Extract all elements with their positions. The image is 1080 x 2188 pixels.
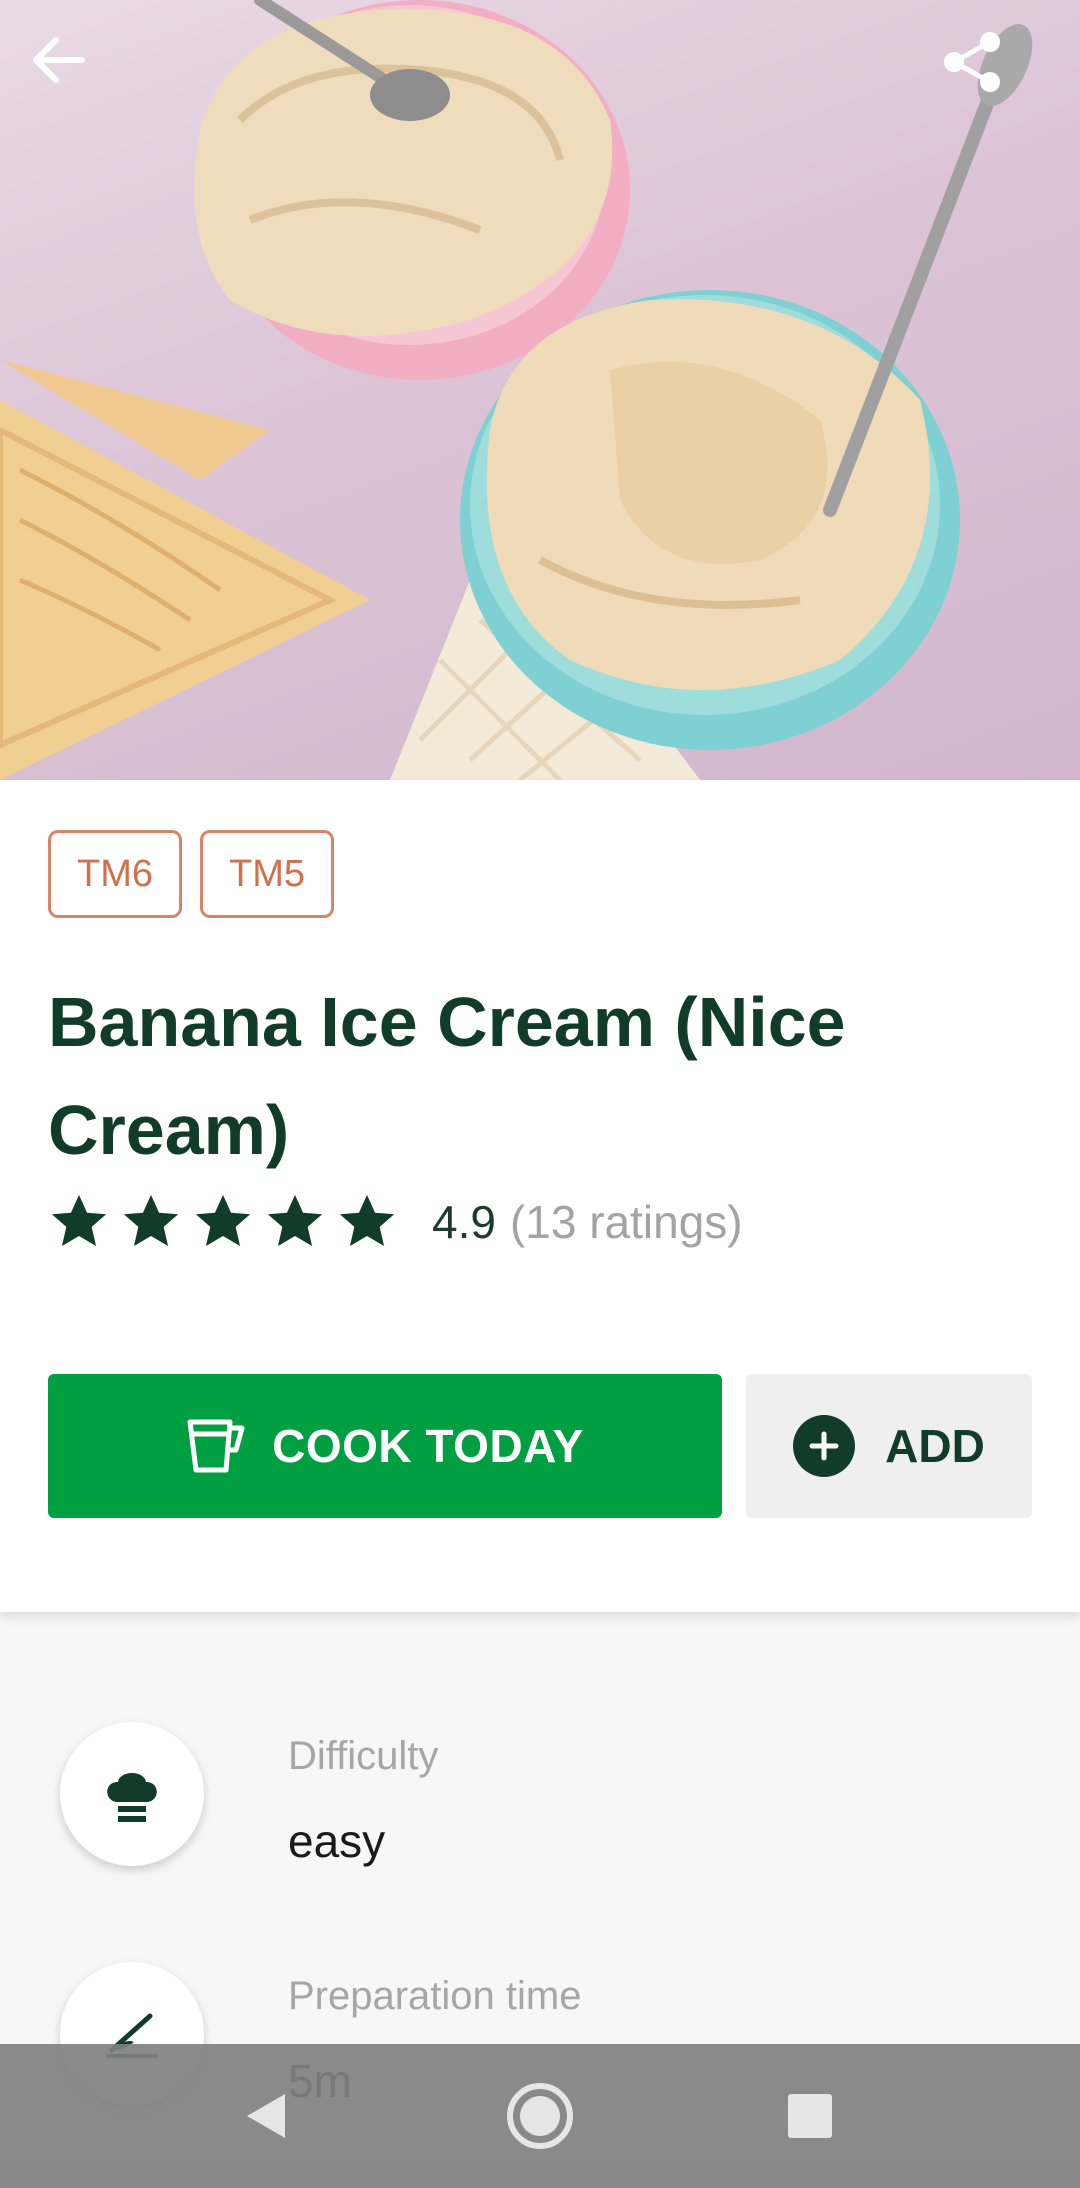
tag-tm5: TM5 [200,830,334,918]
preparation-time-label: Preparation time [288,1974,582,2018]
plus-circle-icon [793,1415,856,1477]
cook-today-button[interactable]: COOK TODAY [48,1374,722,1518]
nav-recents-icon [788,2094,832,2138]
recipe-title: Banana Ice Cream (Nice Cream) [48,983,846,1169]
rating[interactable]: 4.9 (13 ratings) [48,1182,743,1262]
difficulty-value: easy [288,1815,386,1867]
star-icon [51,1194,107,1247]
star-icon [123,1194,179,1247]
star-icon [267,1194,323,1247]
tag-tm6: TM6 [48,830,182,918]
system-navigation-bar [0,2044,1080,2188]
back-button[interactable] [28,30,138,140]
nav-recents-button[interactable] [760,2066,860,2166]
nav-back-button[interactable] [217,2066,317,2166]
recipe-summary-card: TM6 TM5 Banana Ice Cream (Nice Cream) 4.… [0,780,1080,1612]
ice-cream-photo [0,0,1033,780]
nav-home-button[interactable] [490,2066,590,2166]
star-icon [195,1194,251,1247]
device-tags: TM6 TM5 [48,830,334,918]
arrow-left-icon [33,37,85,83]
thermomix-bowl-icon [187,1419,245,1473]
add-button[interactable]: ADD [746,1374,1032,1518]
info-difficulty: Difficulty easy [0,1722,1080,1922]
star-icon [339,1194,395,1247]
difficulty-label: Difficulty [288,1734,439,1778]
rating-value: 4.9 [432,1196,496,1248]
add-label: ADD [885,1420,985,1472]
share-button[interactable] [940,30,1050,140]
recipe-hero-image [0,0,1080,780]
nav-home-icon [507,2083,573,2149]
nav-back-icon [247,2094,285,2138]
rating-count: (13 ratings) [509,1196,743,1248]
cook-today-label: COOK TODAY [272,1420,584,1472]
chef-hat-icon [60,1722,204,1866]
share-icon [944,32,1000,92]
star-rating [48,1191,398,1253]
